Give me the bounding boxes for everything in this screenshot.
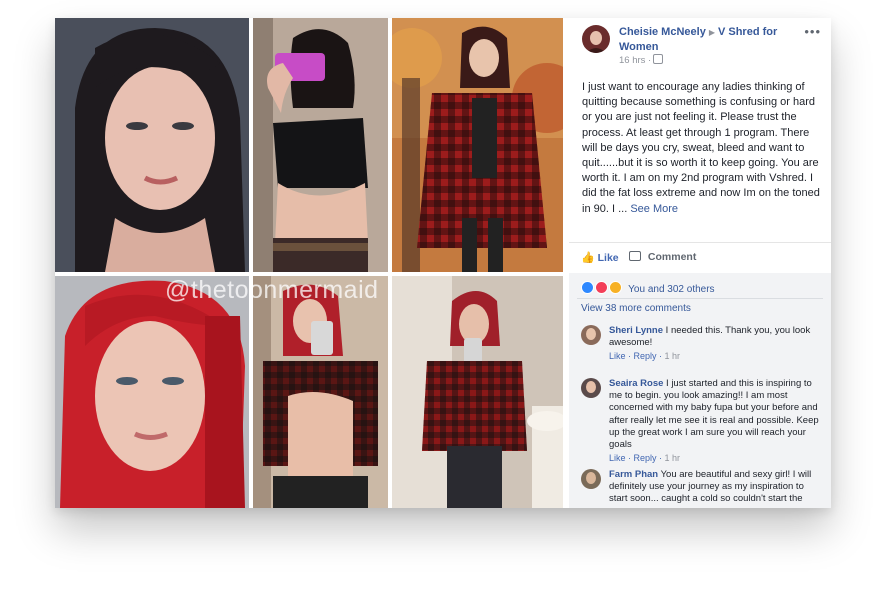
comment-like-link[interactable]: Like: [609, 453, 626, 463]
comments-section: You and 302 others View 38 more comments…: [569, 273, 831, 508]
photo-before-body[interactable]: [253, 18, 388, 272]
commenter-name[interactable]: Seaira Rose: [609, 378, 663, 389]
like-button[interactable]: 👍 Like: [581, 251, 619, 264]
wow-reaction-icon: [608, 281, 622, 294]
post-side-panel: Cheisie McNeely ▶ V Shred for Women 16 hrs…: [569, 18, 831, 508]
post-header: Cheisie McNeely ▶ V Shred for Women: [619, 25, 794, 54]
photo-after-body[interactable]: [253, 276, 388, 508]
post-card: @thetoonmermaid Cheisie McNeely ▶ V Shred …: [55, 18, 831, 508]
photo-outdoor-plaid[interactable]: [392, 18, 563, 272]
audience-icon: [653, 54, 664, 64]
view-more-comments-link[interactable]: View 38 more comments: [581, 303, 691, 314]
comment-time: 1 hr: [664, 351, 681, 362]
love-reaction-icon: [594, 281, 608, 294]
comment-meta: Like · Reply · 1 hr: [609, 453, 681, 464]
photo-after-standing[interactable]: [392, 276, 563, 508]
comment-reply-link[interactable]: Reply: [634, 453, 657, 463]
photo-watermark: @thetoonmermaid: [165, 276, 379, 304]
reactions-summary[interactable]: You and 302 others: [581, 281, 715, 295]
comment-like-link[interactable]: Like: [609, 351, 626, 361]
post-options-button[interactable]: •••: [804, 24, 821, 39]
comment-meta: Like · Reply · 1 hr: [609, 351, 681, 362]
author-name-link[interactable]: Cheisie McNeely: [619, 26, 706, 38]
commenter-avatar[interactable]: [581, 378, 601, 398]
commenter-name[interactable]: Farm Phan: [609, 469, 658, 480]
divider: [577, 298, 823, 299]
commenter-avatar[interactable]: [581, 469, 601, 489]
photo-before-face[interactable]: [55, 18, 249, 272]
commenter-avatar[interactable]: [581, 325, 601, 345]
like-reaction-icon: [581, 281, 594, 294]
speech-bubble-icon: [629, 251, 641, 261]
author-avatar[interactable]: [582, 25, 610, 53]
comment-button[interactable]: Comment: [629, 251, 696, 263]
post-actions-bar: 👍 Like Comment: [569, 242, 831, 274]
shared-to-arrow-icon: ▶: [708, 28, 715, 37]
thumbs-up-icon: 👍: [581, 252, 595, 264]
post-body: I just want to encourage any ladies thin…: [582, 81, 820, 215]
post-timestamp[interactable]: 16 hrs ·: [619, 54, 664, 66]
photo-after-face[interactable]: [55, 276, 249, 508]
commenter-name[interactable]: Sheri Lynne: [609, 325, 663, 336]
comment-time: 1 hr: [664, 453, 681, 464]
comment-reply-link[interactable]: Reply: [634, 351, 657, 361]
see-more-link[interactable]: See More: [630, 203, 678, 215]
